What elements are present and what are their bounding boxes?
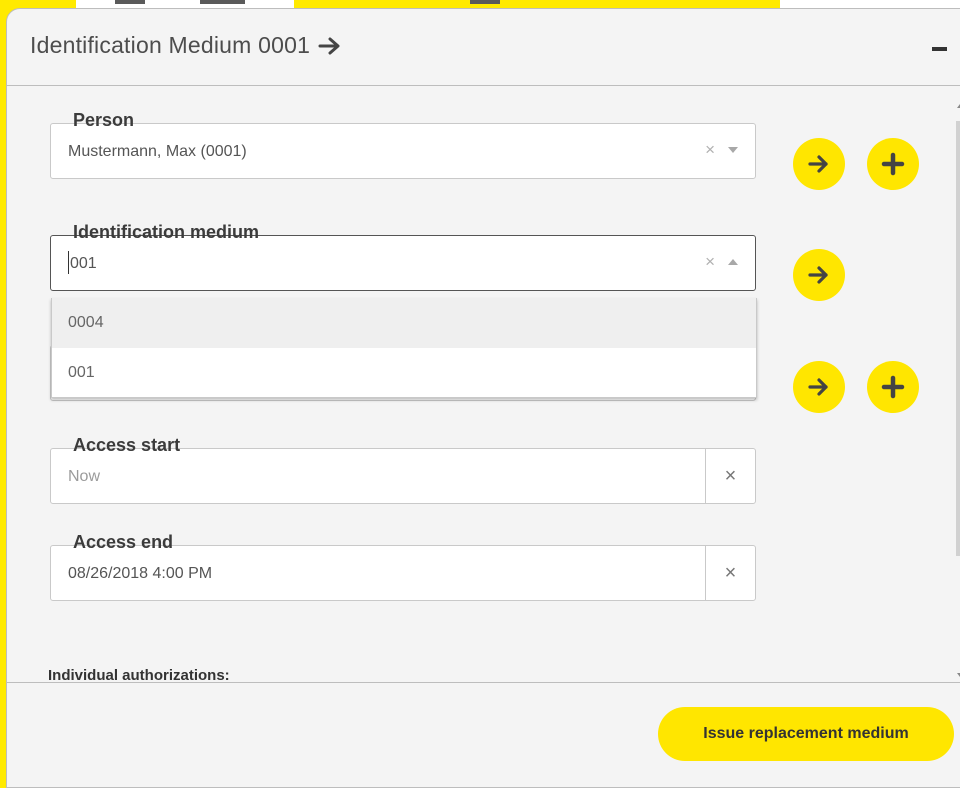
- issue-replacement-medium-button[interactable]: Issue replacement medium: [658, 707, 954, 761]
- identification-medium-clear-icon[interactable]: ×: [705, 252, 715, 272]
- content-scrollbar[interactable]: [953, 97, 960, 680]
- arrow-right-icon: [318, 37, 340, 54]
- dropdown-option[interactable]: 001: [52, 348, 756, 398]
- access-end-label: Access end: [62, 531, 182, 553]
- identification-medium-dialog: Identification Medium 0001 Person Muster…: [6, 8, 960, 788]
- background-edge: [200, 0, 245, 4]
- access-end-clear-button[interactable]: ×: [705, 546, 755, 600]
- access-end-input[interactable]: 08/26/2018 4:00 PM: [68, 565, 212, 583]
- background-edge: [470, 0, 500, 4]
- plus-icon: [881, 375, 905, 399]
- arrow-right-icon: [808, 155, 828, 173]
- identification-medium-input[interactable]: 001: [70, 255, 97, 273]
- chevron-up-icon[interactable]: [728, 259, 738, 265]
- minimize-icon[interactable]: [932, 47, 947, 51]
- dialog-title-link[interactable]: Identification Medium 0001: [30, 32, 342, 59]
- person-label: Person: [62, 109, 143, 131]
- arrow-right-icon: [808, 378, 828, 396]
- dialog-header: Identification Medium 0001: [7, 9, 960, 86]
- chevron-down-icon[interactable]: [728, 147, 738, 153]
- go-to-person-button[interactable]: [793, 138, 845, 190]
- scrollbar-thumb[interactable]: [956, 121, 960, 556]
- person-value: Mustermann, Max (0001): [68, 143, 247, 160]
- add-person-button[interactable]: [867, 138, 919, 190]
- identification-medium-select[interactable]: Identification medium 001 ×: [50, 222, 756, 291]
- person-clear-icon[interactable]: ×: [705, 140, 715, 160]
- dialog-title: Identification Medium 0001: [30, 32, 311, 58]
- plus-icon: [881, 152, 905, 176]
- identification-medium-dropdown: 0004 001: [51, 298, 757, 398]
- person-select[interactable]: Person Mustermann, Max (0001) ×: [50, 110, 756, 179]
- identification-medium-label: Identification medium: [62, 221, 268, 243]
- access-start-clear-button[interactable]: ×: [705, 449, 755, 503]
- add-button[interactable]: [867, 361, 919, 413]
- access-start-label: Access start: [62, 434, 189, 456]
- dialog-footer: Issue replacement medium: [7, 682, 960, 787]
- go-to-button[interactable]: [793, 361, 845, 413]
- arrow-right-icon: [808, 266, 828, 284]
- go-to-identification-medium-button[interactable]: [793, 249, 845, 301]
- dropdown-option[interactable]: 0004: [52, 298, 756, 348]
- access-end-field[interactable]: Access end 08/26/2018 4:00 PM ×: [50, 532, 756, 601]
- access-start-input[interactable]: Now: [68, 468, 100, 486]
- access-start-field[interactable]: Access start Now ×: [50, 435, 756, 504]
- text-cursor: [68, 251, 69, 274]
- background-edge: [115, 0, 145, 4]
- dialog-content: Person Mustermann, Max (0001) × Identifi…: [7, 87, 960, 684]
